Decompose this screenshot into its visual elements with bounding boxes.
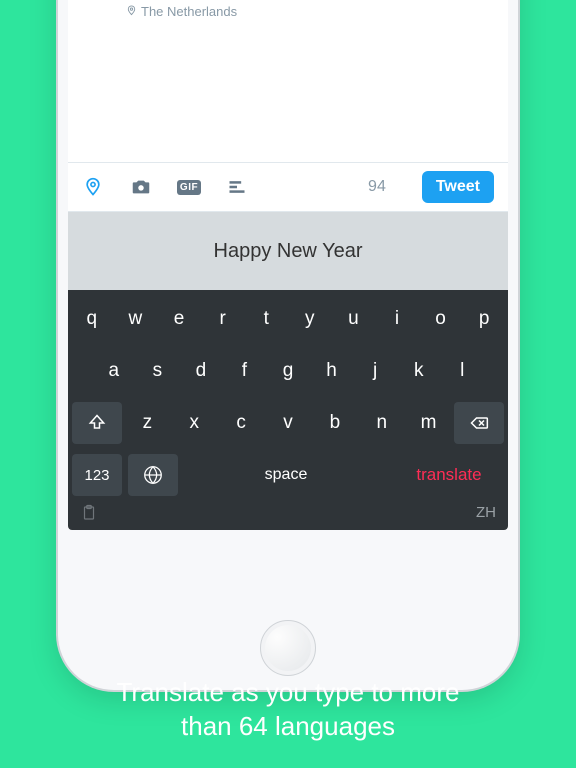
key-e[interactable]: e	[159, 298, 199, 340]
location-pin-icon	[126, 4, 137, 19]
key-k[interactable]: k	[399, 350, 439, 392]
key-a[interactable]: a	[94, 350, 134, 392]
key-n[interactable]: n	[360, 402, 403, 444]
translate-key[interactable]: translate	[394, 454, 504, 496]
caption-line-2: than 64 languages	[181, 711, 395, 741]
key-z[interactable]: z	[126, 402, 169, 444]
home-button[interactable]	[260, 620, 316, 676]
key-g[interactable]: g	[268, 350, 308, 392]
phone-screen: Happy new year to all my Chinese friends…	[68, 0, 508, 530]
key-l[interactable]: l	[442, 350, 482, 392]
keyboard-row-1: qwertyuiop	[72, 298, 504, 340]
key-f[interactable]: f	[225, 350, 265, 392]
tweet-compose-area[interactable]: Happy new year to all my Chinese friends…	[68, 0, 508, 40]
key-v[interactable]: v	[267, 402, 310, 444]
caption-line-1: Translate as you type to more	[117, 677, 460, 707]
backspace-key[interactable]	[454, 402, 504, 444]
key-o[interactable]: o	[421, 298, 461, 340]
key-x[interactable]: x	[173, 402, 216, 444]
tweet-button[interactable]: Tweet	[422, 171, 494, 203]
numbers-key[interactable]: 123	[72, 454, 122, 496]
keyboard-row-4: 123 space translate	[72, 454, 504, 496]
key-d[interactable]: d	[181, 350, 221, 392]
key-t[interactable]: t	[246, 298, 286, 340]
poll-icon[interactable]	[226, 176, 248, 198]
suggestion-text: Happy New Year	[214, 240, 363, 263]
camera-icon[interactable]	[130, 176, 152, 198]
keyboard-row-5: ZH	[72, 504, 504, 526]
compose-toolbar: GIF 94 Tweet	[68, 162, 508, 212]
key-p[interactable]: p	[464, 298, 504, 340]
keyboard-row-2: asdfghjkl	[72, 350, 504, 392]
key-i[interactable]: i	[377, 298, 417, 340]
location-row[interactable]: The Netherlands	[126, 4, 492, 19]
key-r[interactable]: r	[203, 298, 243, 340]
keyboard-suggestion-bar[interactable]: Happy New Year	[68, 212, 508, 290]
language-code[interactable]: ZH	[476, 504, 496, 526]
globe-key[interactable]	[128, 454, 178, 496]
location-text: The Netherlands	[141, 4, 237, 19]
shift-key[interactable]	[72, 402, 122, 444]
phone-frame: Happy new year to all my Chinese friends…	[58, 0, 518, 690]
keyboard-row-3: zxcvbnm	[72, 402, 504, 444]
key-m[interactable]: m	[407, 402, 450, 444]
char-count: 94	[368, 178, 386, 196]
key-c[interactable]: c	[220, 402, 263, 444]
key-b[interactable]: b	[313, 402, 356, 444]
key-h[interactable]: h	[312, 350, 352, 392]
key-y[interactable]: y	[290, 298, 330, 340]
key-u[interactable]: u	[334, 298, 374, 340]
clipboard-icon[interactable]	[80, 504, 98, 526]
location-icon[interactable]	[82, 176, 104, 198]
key-j[interactable]: j	[355, 350, 395, 392]
key-q[interactable]: q	[72, 298, 112, 340]
gif-icon[interactable]: GIF	[178, 176, 200, 198]
space-key[interactable]: space	[184, 454, 388, 496]
key-w[interactable]: w	[116, 298, 156, 340]
keyboard: qwertyuiop asdfghjkl zxcvbnm 123 space t…	[68, 290, 508, 530]
key-s[interactable]: s	[138, 350, 178, 392]
marketing-caption: Translate as you type to more than 64 la…	[0, 676, 576, 744]
